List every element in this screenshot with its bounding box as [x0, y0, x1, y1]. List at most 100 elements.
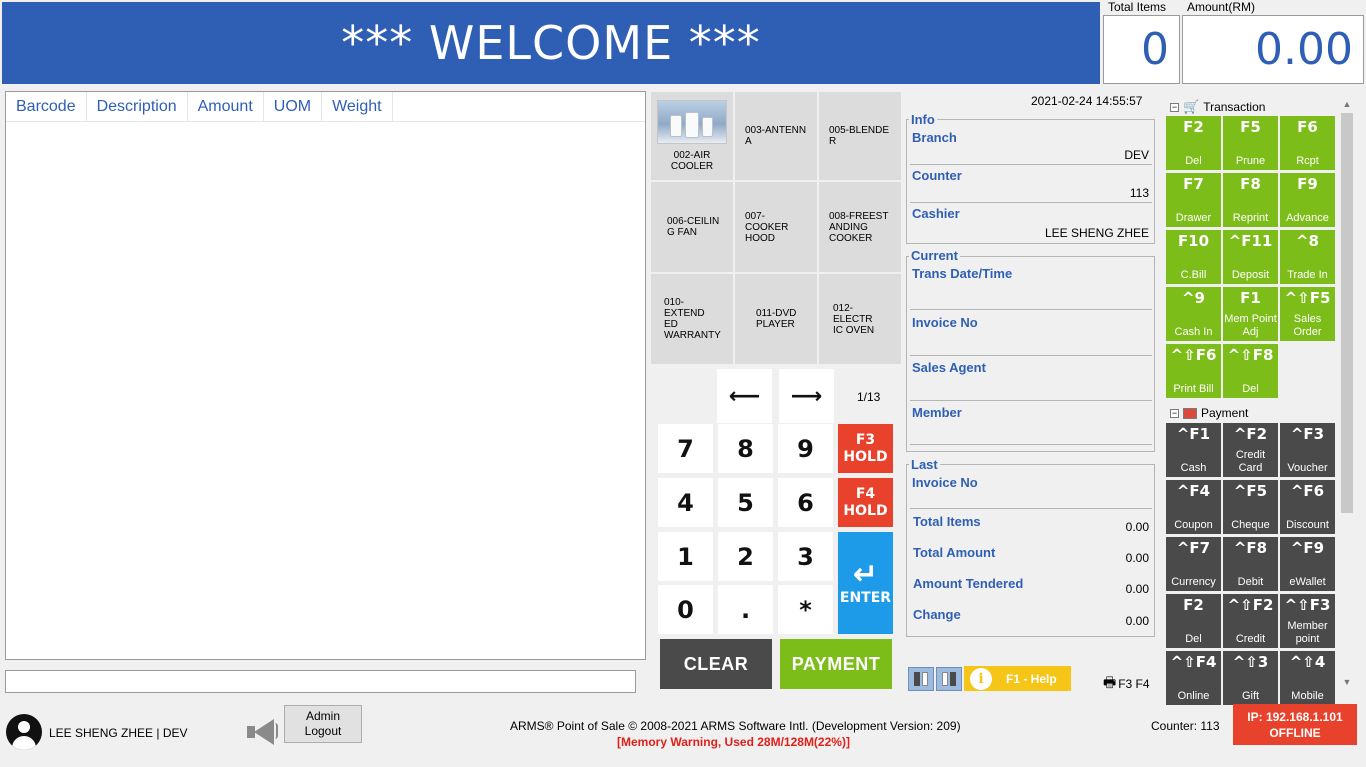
- key-6[interactable]: 6: [778, 478, 833, 527]
- payment-key-gift[interactable]: ^⇧3 Gift: [1223, 651, 1278, 705]
- product-tile-ceiling-fan[interactable]: 006-CEILIN G FAN: [651, 182, 733, 272]
- product-tile-air-cooler[interactable]: 002-AIR COOLER: [651, 92, 733, 180]
- column-barcode[interactable]: Barcode: [6, 92, 87, 121]
- column-weight[interactable]: Weight: [322, 92, 393, 121]
- item-table[interactable]: Barcode Description Amount UOM Weight: [5, 91, 646, 660]
- transaction-key-del[interactable]: F2 Del: [1166, 116, 1221, 170]
- printer-icon: 🖶: [1103, 674, 1117, 690]
- transaction-key-cash-in[interactable]: ^9 Cash In: [1166, 287, 1221, 341]
- key-2[interactable]: 2: [718, 532, 773, 581]
- product-tile-blender[interactable]: 005-BLENDE R: [819, 92, 901, 180]
- transaction-key-drawer[interactable]: F7 Drawer: [1166, 173, 1221, 227]
- scroll-down-icon[interactable]: ▼: [1340, 675, 1354, 689]
- payment-key-online[interactable]: ^⇧F4 Online: [1166, 651, 1221, 705]
- product-tile-antenna[interactable]: 003-ANTENN A: [735, 92, 817, 180]
- key-label: Mem Point Adj: [1224, 313, 1277, 338]
- prev-page-button[interactable]: ⟵: [717, 369, 772, 423]
- transaction-section-header[interactable]: − 🛒 Transaction: [1170, 99, 1265, 115]
- product-tile-electric-oven[interactable]: 012-ELECTR IC OVEN: [819, 274, 901, 364]
- f4-hold-button[interactable]: F4 HOLD: [838, 478, 893, 527]
- key-9[interactable]: 9: [778, 424, 833, 473]
- key-1[interactable]: 1: [658, 532, 713, 581]
- payment-key-member-point[interactable]: ^⇧F3 Member point: [1280, 594, 1335, 648]
- product-tile-freestanding-cooker[interactable]: 008-FREEST ANDING COOKER: [819, 182, 901, 272]
- transaction-key-reprint[interactable]: F8 Reprint: [1223, 173, 1278, 227]
- barcode-input[interactable]: [5, 670, 636, 693]
- payment-key-discount[interactable]: ^F6 Discount: [1280, 480, 1335, 534]
- transaction-key-rcpt[interactable]: F6 Rcpt: [1280, 116, 1335, 170]
- key-label: Cheque: [1231, 519, 1270, 531]
- transaction-key-del[interactable]: ^⇧F8 Del: [1223, 344, 1278, 398]
- next-page-button[interactable]: ⟶: [779, 369, 834, 423]
- product-tile-cooker-hood[interactable]: 007-COOKER HOOD: [735, 182, 817, 272]
- key-dot[interactable]: .: [718, 585, 773, 634]
- payment-key-cash[interactable]: ^F1 Cash: [1166, 423, 1221, 477]
- cart-icon: 🛒: [1183, 99, 1200, 114]
- key-4[interactable]: 4: [658, 478, 713, 527]
- column-amount[interactable]: Amount: [188, 92, 264, 121]
- last-group-title: Last: [909, 457, 940, 472]
- scroll-up-icon[interactable]: ▲: [1340, 97, 1354, 111]
- payment-key-currency[interactable]: ^F7 Currency: [1166, 537, 1221, 591]
- payment-key-coupon[interactable]: ^F4 Coupon: [1166, 480, 1221, 534]
- column-uom[interactable]: UOM: [264, 92, 323, 121]
- enter-button[interactable]: ↵ ENTER: [838, 532, 893, 634]
- payment-key-credit[interactable]: ^⇧F2 Credit: [1223, 594, 1278, 648]
- column-description[interactable]: Description: [87, 92, 188, 121]
- transaction-key-print-bill[interactable]: ^⇧F6 Print Bill: [1166, 344, 1221, 398]
- transaction-key-prune[interactable]: F5 Prune: [1223, 116, 1278, 170]
- panel-icon: [914, 672, 920, 686]
- payment-button[interactable]: PAYMENT: [780, 639, 892, 689]
- key-shortcut: F6: [1297, 118, 1318, 136]
- key-shortcut: ^⇧F5: [1284, 289, 1331, 307]
- key-0[interactable]: 0: [658, 585, 713, 634]
- payment-key-mobile[interactable]: ^⇧4 Mobile: [1280, 651, 1335, 705]
- key-shortcut: ^⇧F3: [1284, 596, 1331, 614]
- key-label: Debit: [1237, 576, 1264, 588]
- payment-section-header[interactable]: − Payment: [1170, 406, 1248, 420]
- key-label: Print Bill: [1173, 383, 1214, 395]
- amount-tendered-label: Amount Tendered: [913, 576, 1024, 591]
- key-label: Trade In: [1287, 269, 1328, 281]
- print-button[interactable]: 🖶 F3 F4: [1103, 672, 1150, 696]
- key-shortcut: ^F11: [1228, 232, 1273, 250]
- key-shortcut: F7: [1183, 175, 1204, 193]
- memory-warning: [Memory Warning, Used 28M/128M(22%)]: [617, 735, 850, 749]
- product-tile-extended-warranty[interactable]: 010-EXTEND ED WARRANTY: [651, 274, 733, 364]
- function-keys-scrollbar[interactable]: ▲ ▼: [1340, 97, 1354, 689]
- layout-toggle-2[interactable]: [936, 667, 962, 691]
- info-icon: i: [970, 667, 992, 690]
- key-5[interactable]: 5: [718, 478, 773, 527]
- payment-key-debit[interactable]: ^F8 Debit: [1223, 537, 1278, 591]
- clear-button[interactable]: CLEAR: [660, 639, 772, 689]
- key-label: Del: [1185, 633, 1202, 645]
- payment-key-del[interactable]: F2 Del: [1166, 594, 1221, 648]
- transaction-key-c-bill[interactable]: F10 C.Bill: [1166, 230, 1221, 284]
- transaction-key-advance[interactable]: F9 Advance: [1280, 173, 1335, 227]
- datetime: 2021-02-24 14:55:57: [1031, 94, 1143, 108]
- sales-agent-label: Sales Agent: [912, 360, 986, 375]
- invoice-no-label: Invoice No: [912, 315, 978, 330]
- layout-toggle-1[interactable]: [908, 667, 934, 691]
- key-shortcut: ^F3: [1290, 425, 1325, 443]
- payment-key-voucher[interactable]: ^F3 Voucher: [1280, 423, 1335, 477]
- branch-value: DEV: [1124, 148, 1149, 162]
- info-group-title: Info: [909, 112, 937, 127]
- scroll-thumb[interactable]: [1341, 113, 1353, 513]
- transaction-key-deposit[interactable]: ^F11 Deposit: [1223, 230, 1278, 284]
- transaction-key-mem-point-adj[interactable]: F1 Mem Point Adj: [1223, 287, 1278, 341]
- transaction-key-trade-in[interactable]: ^8 Trade In: [1280, 230, 1335, 284]
- f3-hold-button[interactable]: F3 HOLD: [838, 424, 893, 473]
- payment-key-ewallet[interactable]: ^F9 eWallet: [1280, 537, 1335, 591]
- key-label: Cash: [1180, 462, 1207, 474]
- key-3[interactable]: 3: [778, 532, 833, 581]
- transaction-key-sales-order[interactable]: ^⇧F5 Sales Order: [1280, 287, 1335, 341]
- help-button[interactable]: i F1 - Help: [964, 666, 1071, 691]
- payment-key-cheque[interactable]: ^F5 Cheque: [1223, 480, 1278, 534]
- key-7[interactable]: 7: [658, 424, 713, 473]
- key-8[interactable]: 8: [718, 424, 773, 473]
- payment-key-credit-card[interactable]: ^F2 Credit Card: [1223, 423, 1278, 477]
- key-star[interactable]: *: [778, 585, 833, 634]
- admin-logout-button[interactable]: Admin Logout: [284, 705, 362, 743]
- product-tile-dvd-player[interactable]: 011-DVD PLAYER: [735, 274, 817, 364]
